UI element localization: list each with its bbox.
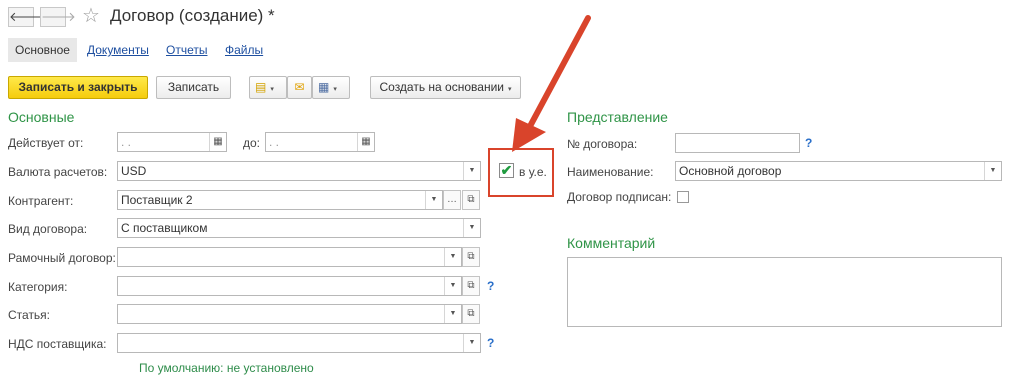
help-icon[interactable]: ? <box>487 336 494 350</box>
arrow-right-icon: 🡒 <box>41 9 76 24</box>
chevron-down-icon[interactable]: ▼ <box>444 248 461 266</box>
tab-files[interactable]: Файлы <box>225 38 263 62</box>
email-button[interactable]: ✉ <box>287 76 312 99</box>
chevron-down-icon[interactable]: ▼ <box>425 191 442 209</box>
document-menu-button[interactable]: ▤ ▾ <box>249 76 287 99</box>
contract-number-label: № договора: <box>567 137 638 151</box>
open-icon[interactable]: ⧉ <box>462 247 480 267</box>
vat-select[interactable]: ▼ <box>117 333 481 353</box>
currency-select[interactable]: USD ▼ <box>117 161 481 181</box>
counterparty-label: Контрагент: <box>8 194 74 208</box>
chevron-down-icon[interactable]: ▼ <box>444 305 461 323</box>
name-value: Основной договор <box>679 164 782 178</box>
open-icon[interactable]: ⧉ <box>462 276 480 296</box>
valid-from-value: . . <box>121 135 132 149</box>
arrow-left-icon: 🡐 <box>9 9 44 24</box>
counterparty-value: Поставщик 2 <box>121 193 193 207</box>
save-and-close-button[interactable]: Записать и закрыть <box>8 76 148 99</box>
valid-to-value: . . <box>269 135 280 149</box>
frame-contract-select[interactable]: ▼ <box>117 247 462 267</box>
valid-to-label: до: <box>243 136 261 150</box>
valid-from-input[interactable]: . . ▦ <box>117 132 227 152</box>
category-select[interactable]: ▼ <box>117 276 462 296</box>
tab-main[interactable]: Основное <box>8 38 77 62</box>
print-button[interactable]: ▦ ▾ <box>312 76 350 99</box>
back-button[interactable]: 🡐 <box>8 7 44 27</box>
star-icon[interactable]: ☆ <box>82 3 100 28</box>
signed-label: Договор подписан: <box>567 190 672 204</box>
section-presentation-title: Представление <box>567 109 668 125</box>
valid-from-label: Действует от: <box>8 136 84 150</box>
default-hint: По умолчанию: не установлено <box>139 361 314 375</box>
chevron-down-icon[interactable]: ▼ <box>463 334 480 352</box>
category-label: Категория: <box>8 280 68 294</box>
frame-contract-label: Рамочный договор: <box>8 251 116 265</box>
currency-value: USD <box>121 164 147 178</box>
name-label: Наименование: <box>567 165 654 179</box>
counterparty-select[interactable]: Поставщик 2 ▼ <box>117 190 443 210</box>
calendar-icon[interactable]: ▦ <box>357 133 374 151</box>
signed-checkbox[interactable] <box>677 191 689 203</box>
help-icon[interactable]: ? <box>487 279 494 293</box>
printer-icon: ▦ <box>318 80 330 94</box>
valid-to-input[interactable]: . . ▦ <box>265 132 375 152</box>
name-select[interactable]: Основной договор ▼ <box>675 161 1002 181</box>
create-based-on-label: Создать на основании <box>379 80 504 94</box>
cu-label: в у.е. <box>519 165 547 179</box>
forward-button[interactable]: 🡒 <box>40 7 76 27</box>
chevron-down-icon[interactable]: ▼ <box>463 162 480 180</box>
contract-type-value: С поставщиком <box>121 221 208 235</box>
vat-label: НДС поставщика: <box>8 337 107 351</box>
comment-title: Комментарий <box>567 235 656 251</box>
tab-reports[interactable]: Отчеты <box>166 38 207 62</box>
chevron-down-icon[interactable]: ▼ <box>444 277 461 295</box>
page-title: Договор (создание) * <box>110 6 275 25</box>
section-main-title: Основные <box>8 109 75 125</box>
contract-number-input[interactable] <box>675 133 800 153</box>
contract-type-select[interactable]: С поставщиком ▼ <box>117 218 481 238</box>
currency-label: Валюта расчетов: <box>8 165 108 179</box>
tab-documents[interactable]: Документы <box>87 38 149 62</box>
envelope-icon: ✉ <box>294 80 305 94</box>
open-icon[interactable]: ⧉ <box>462 190 480 210</box>
article-label: Статья: <box>8 308 51 322</box>
chevron-down-icon[interactable]: ▼ <box>463 219 480 237</box>
contract-type-label: Вид договора: <box>8 222 88 236</box>
cu-checkbox[interactable]: ✔ <box>499 163 514 178</box>
calendar-icon[interactable]: ▦ <box>209 133 226 151</box>
help-icon[interactable]: ? <box>805 136 812 150</box>
open-icon[interactable]: ⧉ <box>462 304 480 324</box>
select-more-button[interactable]: … <box>443 190 461 210</box>
create-based-on-button[interactable]: Создать на основании ▾ <box>370 76 521 99</box>
article-select[interactable]: ▼ <box>117 304 462 324</box>
document-icon: ▤ <box>255 80 267 94</box>
comment-textarea[interactable] <box>567 257 1002 327</box>
save-button[interactable]: Записать <box>156 76 231 99</box>
chevron-down-icon[interactable]: ▼ <box>984 162 1001 180</box>
